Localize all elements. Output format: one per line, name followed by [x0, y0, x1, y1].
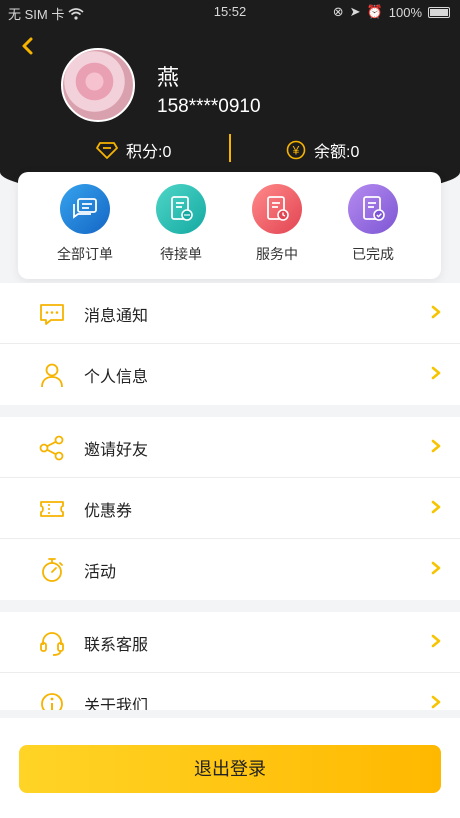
menu-label-messages: 消息通知 [84, 308, 149, 325]
menu-label-activities: 活动 [84, 564, 117, 581]
orders-pending-button[interactable]: 待接单 [136, 184, 226, 264]
menu-item-messages[interactable]: 消息通知 [0, 283, 460, 344]
user-phone: 158****0910 [157, 96, 261, 117]
menu-label-invite-friends: 邀请好友 [84, 442, 149, 459]
menu-item-invite-friends[interactable]: 邀请好友 [0, 417, 460, 478]
status-bar: 无 SIM 卡 15:52 ⊗ ➤ ⏰ 100% [0, 0, 460, 24]
menu-group-support: 联系客服 关于我们 [0, 612, 460, 710]
orders-completed-button[interactable]: 已完成 [328, 184, 418, 264]
lock-rotation-icon: ⊗ [332, 4, 344, 19]
orders-in-service-button[interactable]: 服务中 [232, 184, 322, 264]
chevron-right-icon [431, 305, 441, 319]
pending-order-icon [156, 184, 206, 234]
yuan-coin-icon: ¥ [286, 140, 306, 160]
person-icon [41, 363, 63, 388]
chevron-right-icon [431, 695, 441, 709]
share-icon [39, 435, 64, 461]
back-arrow-icon[interactable] [18, 36, 38, 56]
orders-in-service-label: 服务中 [256, 246, 298, 262]
stopwatch-icon [42, 558, 63, 582]
menu-item-about-us[interactable]: 关于我们 [0, 673, 460, 710]
chevron-right-icon [431, 500, 441, 514]
chevron-right-icon [431, 366, 441, 380]
chevron-right-icon [431, 439, 441, 453]
balance-display[interactable]: ¥ 余额:0 [286, 138, 359, 162]
chevron-right-icon [431, 561, 441, 575]
orders-pending-label: 待接单 [160, 246, 202, 262]
battery-percent: 100% [388, 4, 422, 20]
logout-area: 退出登录 [0, 718, 460, 818]
orders-all-button[interactable]: 全部订单 [40, 184, 130, 264]
header-divider [229, 134, 231, 162]
location-icon: ➤ [349, 4, 361, 19]
balance-label: 余额:0 [314, 144, 360, 161]
menu-item-personal-info[interactable]: 个人信息 [0, 344, 460, 405]
menu-group-account: 消息通知 个人信息 [0, 283, 460, 405]
menu-item-coupons[interactable]: 优惠券 [0, 478, 460, 539]
chevron-right-icon [431, 634, 441, 648]
headset-icon [40, 632, 64, 656]
menu-item-activities[interactable]: 活动 [0, 539, 460, 600]
menu-label-about-us: 关于我们 [84, 698, 149, 710]
coupon-icon [40, 501, 64, 517]
menu-label-personal-info: 个人信息 [84, 369, 149, 386]
orders-completed-label: 已完成 [352, 246, 394, 262]
message-icon [40, 304, 64, 325]
user-name: 燕 [157, 65, 180, 90]
menu-group-promotions: 邀请好友 优惠券 活动 [0, 417, 460, 600]
in-service-icon [252, 184, 302, 234]
points-label: 积分:0 [126, 144, 172, 161]
svg-text:¥: ¥ [292, 144, 300, 158]
logout-button[interactable]: 退出登录 [19, 745, 441, 793]
points-display[interactable]: 积分:0 [96, 138, 171, 162]
menu-label-coupons: 优惠券 [84, 503, 133, 520]
orders-all-label: 全部订单 [57, 246, 113, 262]
orders-card: 全部订单 待接单 服务中 已完成 [18, 172, 441, 279]
alarm-icon: ⏰ [366, 4, 383, 19]
menu-label-customer-service: 联系客服 [84, 637, 149, 654]
completed-order-icon [348, 184, 398, 234]
avatar[interactable] [61, 48, 135, 122]
info-icon [41, 693, 63, 710]
all-orders-icon [60, 184, 110, 234]
diamond-icon [96, 142, 118, 159]
menu-item-customer-service[interactable]: 联系客服 [0, 612, 460, 673]
battery-icon [428, 6, 450, 18]
